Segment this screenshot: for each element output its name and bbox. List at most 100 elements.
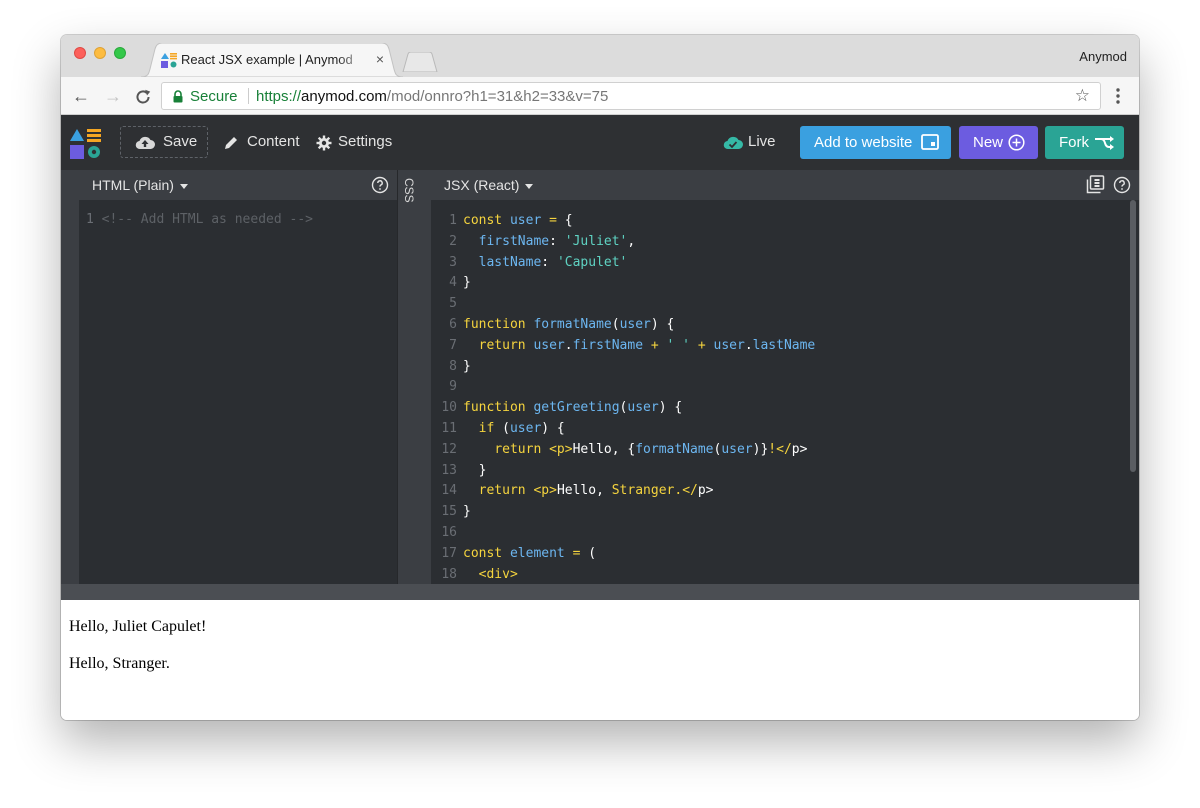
- preview-resize-handle[interactable]: [61, 584, 1139, 600]
- bookmark-star-icon[interactable]: ☆: [1075, 86, 1090, 106]
- jsx-line-number: 9: [449, 379, 457, 395]
- jsx-code-line: 10 function getGreeting(user) {: [431, 397, 682, 418]
- code-token: ' ': [666, 337, 691, 353]
- code-token: }: [463, 462, 487, 478]
- jsx-line-number: 5: [449, 296, 457, 312]
- html-pane-header: HTML (Plain): [79, 170, 397, 200]
- forward-arrow-icon[interactable]: →: [103, 86, 123, 106]
- code-token: return: [478, 337, 534, 353]
- code-token: </: [682, 483, 698, 499]
- code-token: .: [744, 337, 753, 353]
- url-text[interactable]: https://anymod.com/mod/onnro?h1=31&h2=33…: [256, 88, 608, 105]
- add-to-website-button[interactable]: Add to website: [800, 126, 951, 159]
- code-token: p>: [791, 441, 808, 457]
- jsx-code-line: 9: [431, 376, 463, 397]
- tab-close-icon[interactable]: ×: [373, 52, 387, 66]
- close-window-button[interactable]: [74, 47, 86, 59]
- embed-window-icon: [921, 134, 939, 150]
- code-token: Stranger.: [611, 483, 683, 499]
- code-token: {: [564, 213, 573, 228]
- anymod-favicon-icon: [161, 53, 177, 68]
- code-token: p>: [697, 483, 714, 499]
- code-token: if: [478, 421, 503, 436]
- jsx-line-number: 13: [441, 462, 457, 478]
- code-token: <p>: [549, 441, 573, 457]
- code-token: .: [564, 337, 573, 353]
- caret-down-icon: [525, 183, 534, 189]
- tab-strip: React JSX example | Anymod × Anymod: [61, 35, 1139, 77]
- save-button[interactable]: Save: [120, 126, 208, 158]
- address-bar[interactable]: Secure https://anymod.com/mod/onnro?h1=3…: [161, 82, 1101, 110]
- html-pane-gutter: [61, 170, 79, 584]
- save-label: Save: [163, 133, 198, 150]
- jsx-line-number: 12: [441, 441, 457, 457]
- code-token: Hello, {: [572, 441, 636, 457]
- code-token: lastName: [478, 254, 542, 270]
- content-link[interactable]: Content: [247, 133, 300, 150]
- jsx-pane-header: JSX (React): [431, 170, 1139, 200]
- html-code-editor[interactable]: 1 <!-- Add HTML as needed -->: [79, 200, 397, 584]
- jsx-code-line: 17 const element = (: [431, 543, 596, 564]
- profile-name[interactable]: Anymod: [1079, 49, 1127, 64]
- html-code-line: 1 <!-- Add HTML as needed -->: [86, 209, 313, 230]
- jsx-mode-dropdown[interactable]: JSX (React): [444, 177, 534, 193]
- jsx-code-line: 18 <div>: [431, 564, 517, 584]
- pencil-icon: [225, 137, 237, 149]
- code-token: user: [713, 337, 745, 353]
- jsx-code-line: 1 const user = {: [431, 210, 573, 231]
- new-button[interactable]: New: [959, 126, 1038, 159]
- jsx-line-number: 3: [449, 254, 457, 270]
- minimize-window-button[interactable]: [94, 47, 106, 59]
- jsx-line-number: 17: [441, 545, 457, 561]
- cloud-check-icon: [723, 136, 743, 150]
- tab-title: React JSX example | Anymod: [181, 52, 353, 67]
- plus-circle-icon: [1008, 134, 1025, 151]
- anymod-logo-icon[interactable]: [69, 128, 103, 160]
- browser-tab-active[interactable]: React JSX example | Anymod ×: [141, 43, 403, 77]
- html-mode-dropdown[interactable]: HTML (Plain): [92, 177, 188, 193]
- jsx-line-number: 10: [441, 400, 457, 416]
- fork-button[interactable]: Fork: [1045, 126, 1124, 159]
- code-token: user: [619, 317, 651, 332]
- code-token: }: [463, 275, 471, 291]
- new-tab-button[interactable]: [399, 52, 439, 72]
- fork-icon: [1095, 136, 1114, 150]
- back-arrow-icon[interactable]: ←: [71, 86, 91, 106]
- code-token: !: [768, 441, 777, 457]
- preview-line: Hello, Juliet Capulet!: [69, 618, 207, 635]
- code-token: const: [463, 545, 510, 561]
- preview-pane: Hello, Juliet Capulet! Hello, Stranger.: [61, 600, 1139, 720]
- code-token: element: [509, 545, 565, 561]
- css-pane-collapsed[interactable]: CSS: [397, 170, 416, 584]
- jsx-line-number: 4: [449, 275, 457, 291]
- reload-icon[interactable]: [133, 87, 153, 107]
- jsx-line-number: 7: [449, 337, 457, 353]
- help-icon[interactable]: [371, 176, 389, 194]
- libraries-icon[interactable]: [1086, 175, 1105, 194]
- secure-label: Secure: [190, 88, 238, 105]
- live-status[interactable]: Live: [748, 133, 776, 150]
- address-separator: [248, 88, 249, 104]
- jsx-line-number: 16: [441, 525, 457, 540]
- jsx-code-editor[interactable]: 1 const user = {2 firstName: 'Juliet', 3 l…: [431, 200, 1139, 584]
- code-token: const: [463, 213, 510, 228]
- cloud-upload-icon: [135, 136, 155, 150]
- code-token: )}: [752, 441, 769, 457]
- code-token: ) {: [650, 317, 675, 332]
- settings-link[interactable]: Settings: [338, 133, 392, 150]
- maximize-window-button[interactable]: [114, 47, 126, 59]
- jsx-scrollbar-thumb[interactable]: [1130, 200, 1136, 472]
- code-token: formatName: [635, 441, 714, 457]
- jsx-code-line: 5: [431, 293, 463, 314]
- code-token: getGreeting: [533, 400, 620, 416]
- jsx-code-line: 11 if (user) {: [431, 418, 564, 439]
- preview-line: Hello, Stranger.: [69, 655, 170, 672]
- browser-menu-icon[interactable]: [1111, 85, 1125, 107]
- help-icon[interactable]: [1113, 176, 1131, 194]
